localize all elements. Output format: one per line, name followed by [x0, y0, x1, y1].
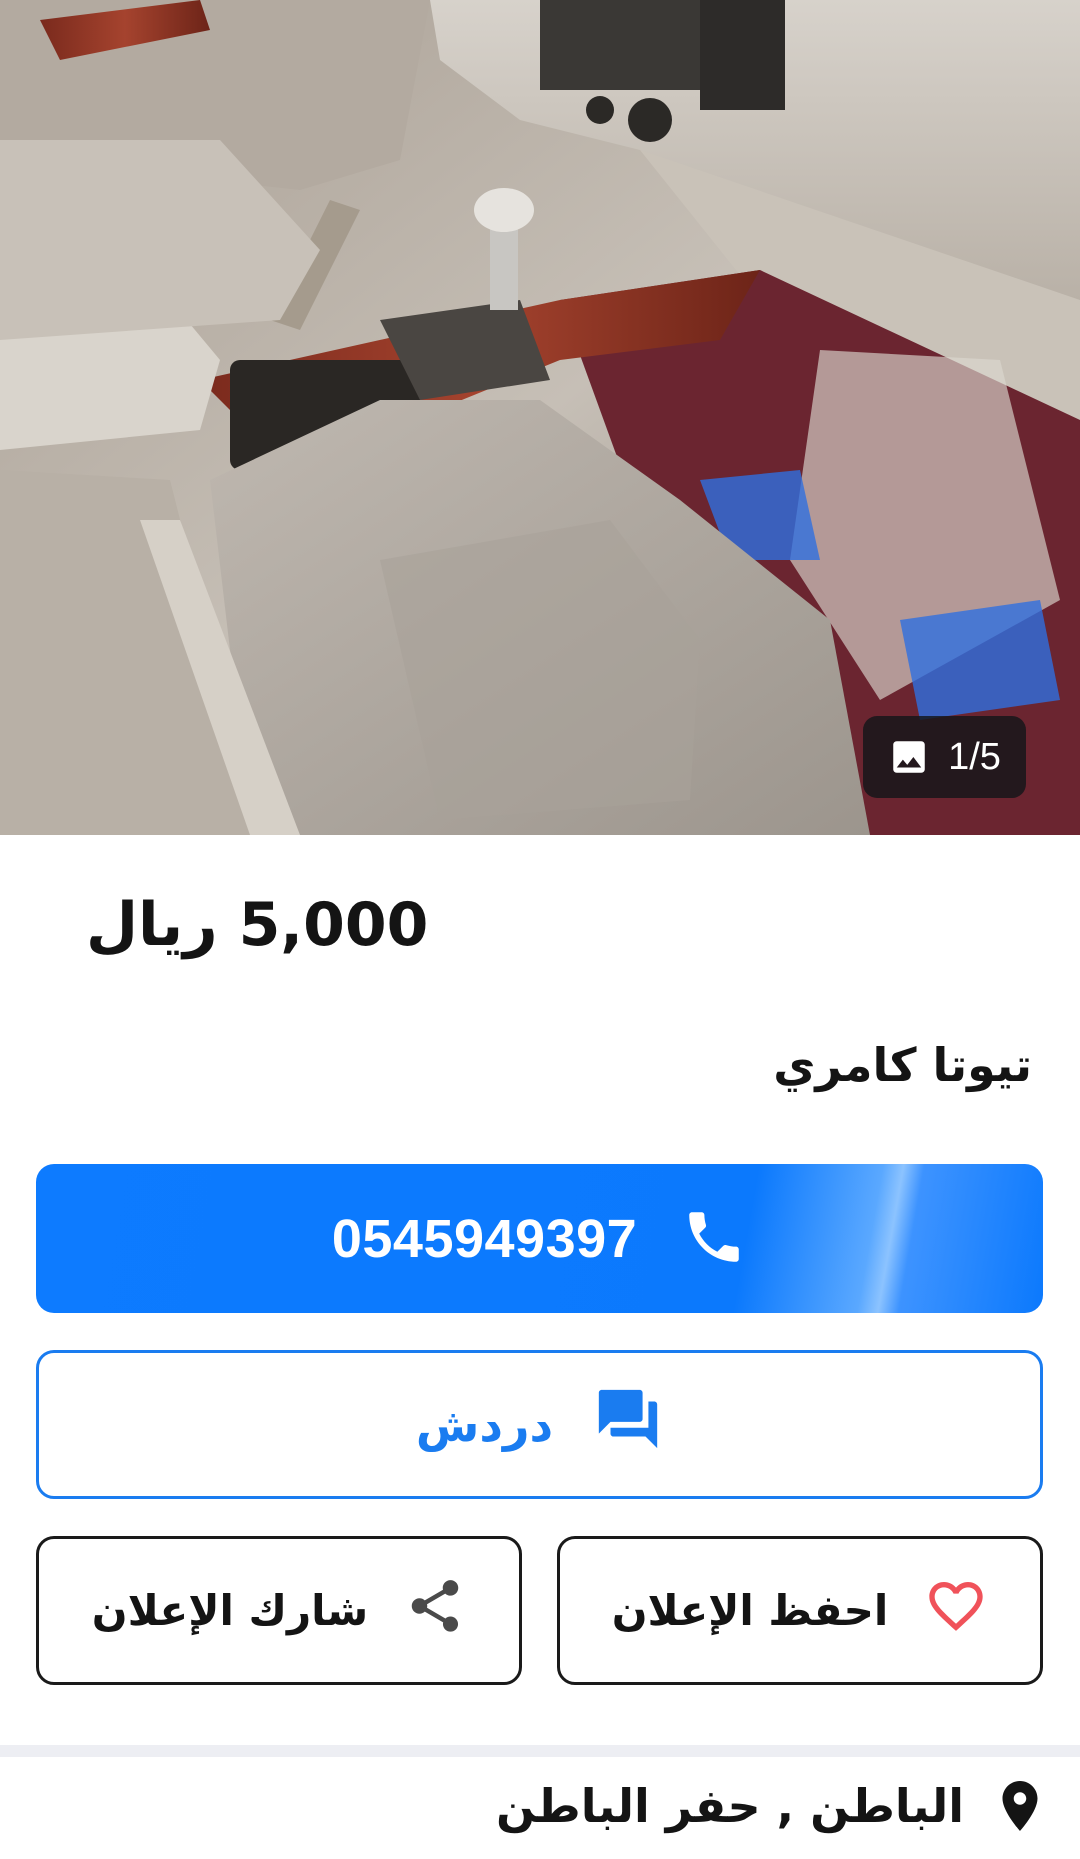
section-divider [0, 1745, 1080, 1757]
photo-counter: 1/5 [863, 716, 1026, 798]
photo-counter-text: 1/5 [948, 735, 1001, 778]
chat-label: دردش [415, 1397, 554, 1452]
share-icon [404, 1575, 466, 1647]
location-text: الباطن , حفر الباطن [495, 1779, 964, 1833]
chat-bubbles-icon [593, 1384, 663, 1465]
listing-title: تيوتا كامري [773, 1038, 1032, 1092]
chat-button[interactable]: دردش [36, 1350, 1043, 1499]
car-interior-photo [0, 0, 1080, 835]
save-ad-label: احفظ الإعلان [611, 1586, 889, 1635]
phone-icon [681, 1204, 747, 1274]
call-button[interactable]: 0545949397 [36, 1164, 1043, 1313]
share-ad-label: شارك الإعلان [91, 1586, 369, 1635]
location-row: الباطن , حفر الباطن [496, 1776, 1050, 1836]
image-icon [888, 736, 930, 778]
save-ad-button[interactable]: احفظ الإعلان [557, 1536, 1043, 1685]
location-pin-icon [990, 1776, 1050, 1836]
listing-photo[interactable]: 1/5 [0, 0, 1080, 835]
listing-price: 5,000 ريال [86, 890, 429, 960]
phone-number: 0545949397 [331, 1208, 638, 1269]
heart-icon [924, 1574, 988, 1648]
share-ad-button[interactable]: شارك الإعلان [36, 1536, 522, 1685]
